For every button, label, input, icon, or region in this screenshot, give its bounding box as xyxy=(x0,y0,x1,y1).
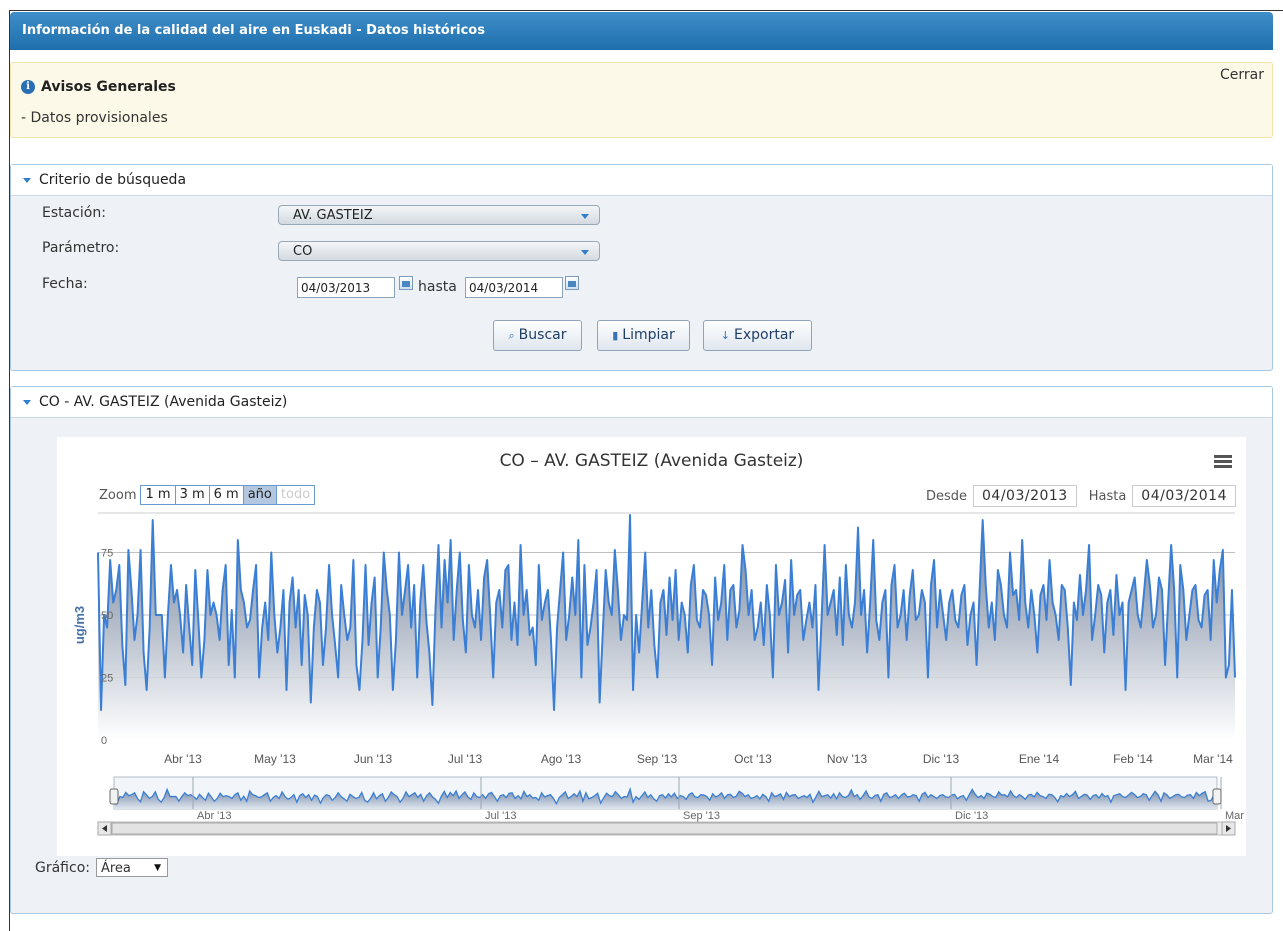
navigator-tick-label: Jul '13 xyxy=(485,810,516,822)
zoom-label: Zoom xyxy=(99,487,137,503)
zoom-selector: Zoom 1 m 3 m 6 m año todo xyxy=(99,485,316,505)
x-tick-label: Jul '13 xyxy=(448,752,483,766)
parameter-select[interactable]: CO xyxy=(278,241,600,261)
clear-button-label: Limpiar xyxy=(622,327,675,343)
date-from-input[interactable]: 04/03/2013 xyxy=(297,277,395,298)
result-title: CO - AV. GASTEIZ (Avenida Gasteiz) xyxy=(39,394,288,410)
search-criteria-header[interactable]: Criterio de búsqueda xyxy=(11,165,1272,196)
zoom-1m-button[interactable]: 1 m xyxy=(141,486,176,504)
x-tick-label: Nov '13 xyxy=(827,752,868,766)
navigator-tick-label: Dic '13 xyxy=(955,810,988,822)
date-label: Fecha: xyxy=(42,276,88,292)
station-select-value: AV. GASTEIZ xyxy=(293,208,373,223)
x-tick-label: Jun '13 xyxy=(354,752,393,766)
calendar-icon[interactable] xyxy=(565,276,579,290)
y-tick-label: 25 xyxy=(101,673,113,685)
zoom-all-button[interactable]: todo xyxy=(276,486,315,504)
chart-title: CO – AV. GASTEIZ (Avenida Gasteiz) xyxy=(499,451,804,471)
navigator-tick-label: Mar '14 xyxy=(1225,810,1246,822)
zoom-buttons: 1 m 3 m 6 m año todo xyxy=(140,485,316,505)
export-button[interactable]: ↓ Exportar xyxy=(703,320,812,351)
chevron-down-icon xyxy=(581,250,589,255)
until-label: hasta xyxy=(418,279,457,295)
date-to-input[interactable]: 04/03/2014 xyxy=(465,277,563,298)
station-select[interactable]: AV. GASTEIZ xyxy=(278,205,600,225)
result-header[interactable]: CO - AV. GASTEIZ (Avenida Gasteiz) xyxy=(11,387,1272,418)
x-tick-label: Dic '13 xyxy=(923,752,960,766)
close-button[interactable]: Cerrar xyxy=(1220,67,1264,83)
scrollbar-thumb xyxy=(111,822,1218,835)
x-tick-label: Ago '13 xyxy=(541,752,582,766)
zoom-year-button[interactable]: año xyxy=(243,486,277,504)
page-title: Información de la calidad del aire en Eu… xyxy=(10,12,1273,50)
notice-heading: i Avisos Generales xyxy=(21,79,176,95)
collapse-triangle-icon xyxy=(23,177,31,183)
from-date-input[interactable]: 04/03/2013 xyxy=(973,485,1077,507)
date-range-selector: Desde 04/03/2013 Hasta 04/03/2014 xyxy=(926,485,1236,507)
download-icon: ↓ xyxy=(720,329,731,342)
collapse-triangle-icon xyxy=(23,399,31,405)
calendar-icon[interactable] xyxy=(399,276,413,290)
magnifier-icon: ⌕ xyxy=(508,329,515,342)
navigator-handle xyxy=(109,788,119,805)
y-tick-label: 0 xyxy=(101,735,107,747)
hamburger-menu-icon[interactable] xyxy=(1214,455,1232,469)
parameter-label: Parámetro: xyxy=(42,240,120,256)
x-tick-label: Mar '14 xyxy=(1193,752,1233,766)
y-tick-label: 75 xyxy=(101,548,113,560)
chart-container: 0 25 50 75 Abr '13 May '13 Jun '13 Jul '13 Ago … xyxy=(57,437,1246,856)
search-criteria-title: Criterio de búsqueda xyxy=(39,172,187,188)
from-label: Desde xyxy=(925,488,968,504)
chart-type-select[interactable]: Área xyxy=(95,858,168,878)
search-button-label: Buscar xyxy=(518,327,567,343)
trash-icon: ▮ xyxy=(612,329,619,342)
chevron-down-icon xyxy=(581,214,589,219)
export-button-label: Exportar xyxy=(734,327,795,343)
chart-type-value: Área xyxy=(100,861,131,876)
chart-type-row: Gráfico: Área xyxy=(35,858,168,878)
info-icon: i xyxy=(21,80,35,94)
zoom-3m-button[interactable]: 3 m xyxy=(175,486,210,504)
search-button[interactable]: ⌕ Buscar xyxy=(493,320,582,351)
navigator-handle xyxy=(1212,788,1222,805)
x-tick-label: May '13 xyxy=(254,752,296,766)
to-label: Hasta xyxy=(1088,488,1127,504)
navigator-tick-label: Abr '13 xyxy=(197,810,232,822)
to-date-input[interactable]: 04/03/2014 xyxy=(1132,485,1236,507)
zoom-6m-button[interactable]: 6 m xyxy=(209,486,244,504)
chart-type-label: Gráfico: xyxy=(35,859,90,876)
notice-message: - Datos provisionales xyxy=(21,110,168,126)
parameter-select-value: CO xyxy=(293,244,313,259)
clear-button[interactable]: ▮ Limpiar xyxy=(597,320,690,351)
station-label: Estación: xyxy=(42,205,106,221)
notice-title: Avisos Generales xyxy=(41,79,176,95)
x-tick-label: Oct '13 xyxy=(734,752,772,766)
x-tick-label: Sep '13 xyxy=(637,752,678,766)
x-tick-label: Ene '14 xyxy=(1019,752,1060,766)
navigator-tick-label: Sep '13 xyxy=(683,810,720,822)
x-tick-label: Abr '13 xyxy=(164,752,202,766)
x-tick-label: Feb '14 xyxy=(1113,752,1153,766)
y-tick-label: 50 xyxy=(101,610,113,622)
y-axis-label: ug/m3 xyxy=(72,606,87,644)
general-notices-panel: Cerrar i Avisos Generales - Datos provis… xyxy=(10,62,1273,138)
